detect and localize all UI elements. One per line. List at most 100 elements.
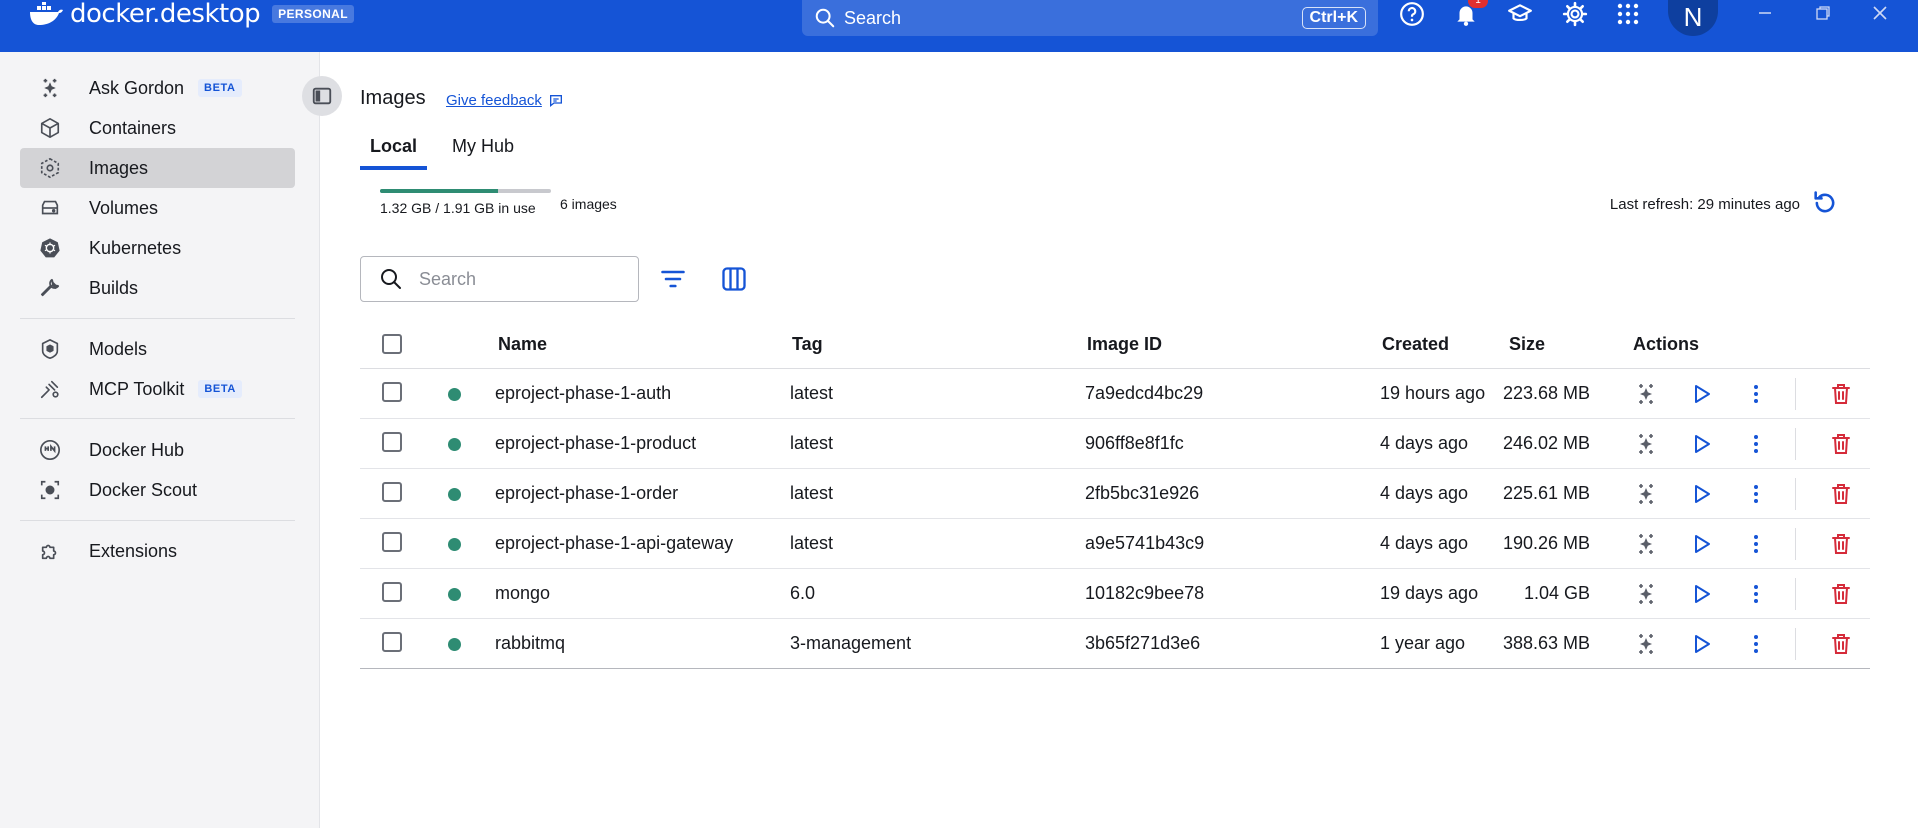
image-search-box[interactable] bbox=[360, 256, 639, 302]
table-row[interactable]: eproject-phase-1-auth latest 7a9edcd4bc29 1… bbox=[360, 369, 1870, 419]
sidebar-item-mcp-toolkit[interactable]: MCP Toolkit BETA bbox=[20, 369, 295, 409]
delete-button[interactable] bbox=[1826, 629, 1856, 659]
delete-button[interactable] bbox=[1826, 579, 1856, 609]
sidebar-item-kubernetes[interactable]: Kubernetes bbox=[20, 228, 295, 268]
sidebar-collapse-button[interactable] bbox=[302, 76, 342, 116]
table-row[interactable]: eproject-phase-1-product latest 906ff8e8f1… bbox=[360, 419, 1870, 469]
ask-gordon-action-button[interactable] bbox=[1631, 629, 1661, 659]
table-row[interactable]: rabbitmq 3-management 3b65f271d3e6 1 year a… bbox=[360, 619, 1870, 669]
image-size: 388.63 MB bbox=[1502, 633, 1590, 653]
tab-my-hub[interactable]: My Hub bbox=[442, 136, 524, 170]
in-use-status-dot bbox=[448, 538, 461, 551]
image-count: 6 images bbox=[560, 196, 617, 212]
refresh-button[interactable] bbox=[1810, 188, 1840, 218]
column-header-created[interactable]: Created bbox=[1382, 334, 1449, 355]
play-icon bbox=[1695, 435, 1710, 453]
sidebar-toggle-icon bbox=[312, 87, 332, 105]
image-name[interactable]: eproject-phase-1-product bbox=[495, 433, 696, 454]
ask-gordon-action-button[interactable] bbox=[1631, 429, 1661, 459]
sidebar-item-docker-hub[interactable]: Docker Hub bbox=[20, 430, 295, 470]
column-header-tag[interactable]: Tag bbox=[792, 334, 823, 355]
row-checkbox[interactable] bbox=[382, 532, 402, 552]
user-avatar[interactable]: N bbox=[1668, 0, 1718, 36]
image-size: 246.02 MB bbox=[1502, 433, 1590, 453]
delete-button[interactable] bbox=[1826, 529, 1856, 559]
notifications-bell-icon[interactable]: 1 bbox=[1452, 0, 1488, 28]
select-all-checkbox[interactable] bbox=[382, 334, 402, 354]
learning-center-icon[interactable] bbox=[1506, 0, 1534, 28]
run-button[interactable] bbox=[1686, 429, 1716, 459]
sidebar-item-docker-scout[interactable]: Docker Scout bbox=[20, 470, 295, 510]
ask-gordon-action-button[interactable] bbox=[1631, 529, 1661, 559]
columns-button[interactable] bbox=[718, 263, 750, 295]
page-title: Images bbox=[360, 87, 426, 109]
image-size: 190.26 MB bbox=[1502, 533, 1590, 553]
column-header-image-id[interactable]: Image ID bbox=[1087, 334, 1162, 355]
more-options-button[interactable] bbox=[1741, 429, 1771, 459]
row-checkbox[interactable] bbox=[382, 482, 402, 502]
sparkle-icon bbox=[1639, 384, 1653, 404]
column-header-size[interactable]: Size bbox=[1509, 334, 1545, 355]
row-checkbox[interactable] bbox=[382, 632, 402, 652]
row-checkbox[interactable] bbox=[382, 432, 402, 452]
image-name[interactable]: mongo bbox=[495, 583, 550, 604]
hub-icon bbox=[38, 438, 62, 462]
in-use-status-dot bbox=[448, 488, 461, 501]
settings-gear-icon[interactable] bbox=[1561, 0, 1589, 28]
delete-button[interactable] bbox=[1826, 479, 1856, 509]
sidebar-item-images[interactable]: Images bbox=[20, 148, 295, 188]
run-button[interactable] bbox=[1686, 629, 1716, 659]
image-name[interactable]: eproject-phase-1-order bbox=[495, 483, 678, 504]
image-name[interactable]: rabbitmq bbox=[495, 633, 565, 654]
minimize-icon[interactable] bbox=[1752, 0, 1778, 26]
tab-local[interactable]: Local bbox=[360, 136, 428, 170]
sidebar-item-models[interactable]: Models bbox=[20, 329, 295, 369]
global-search[interactable]: Search Ctrl+K bbox=[802, 0, 1378, 36]
give-feedback-link[interactable]: Give feedback bbox=[446, 92, 564, 109]
run-button[interactable] bbox=[1686, 579, 1716, 609]
table-row[interactable]: mongo 6.0 10182c9bee78 19 days ago 1.04 GB bbox=[360, 569, 1870, 619]
sidebar-item-label: MCP Toolkit bbox=[89, 378, 185, 399]
run-button[interactable] bbox=[1686, 379, 1716, 409]
cube-icon bbox=[38, 116, 62, 140]
more-options-button[interactable] bbox=[1741, 629, 1771, 659]
help-icon[interactable] bbox=[1398, 0, 1426, 28]
more-options-button[interactable] bbox=[1741, 529, 1771, 559]
close-window-icon[interactable] bbox=[1867, 0, 1893, 26]
row-checkbox[interactable] bbox=[382, 582, 402, 602]
sidebar-item-volumes[interactable]: Volumes bbox=[20, 188, 295, 228]
search-icon bbox=[381, 269, 401, 289]
image-name[interactable]: eproject-phase-1-auth bbox=[495, 383, 671, 404]
run-button[interactable] bbox=[1686, 529, 1716, 559]
apps-grid-icon[interactable] bbox=[1614, 0, 1642, 28]
sidebar-item-builds[interactable]: Builds bbox=[20, 268, 295, 308]
row-checkbox[interactable] bbox=[382, 382, 402, 402]
run-button[interactable] bbox=[1686, 479, 1716, 509]
sidebar-item-extensions[interactable]: Extensions bbox=[20, 531, 295, 571]
helm-icon bbox=[38, 236, 62, 260]
ask-gordon-action-button[interactable] bbox=[1631, 579, 1661, 609]
ask-gordon-action-button[interactable] bbox=[1631, 379, 1661, 409]
docker-logo: docker.desktop PERSONAL bbox=[28, 0, 354, 29]
sidebar-item-containers[interactable]: Containers bbox=[20, 108, 295, 148]
give-feedback-label: Give feedback bbox=[446, 92, 542, 109]
more-options-button[interactable] bbox=[1741, 379, 1771, 409]
filter-button[interactable] bbox=[657, 263, 689, 295]
sidebar-item-ask-gordon[interactable]: Ask Gordon BETA bbox=[20, 68, 295, 108]
delete-button[interactable] bbox=[1826, 429, 1856, 459]
wrench-icon bbox=[38, 276, 62, 300]
image-created: 1 year ago bbox=[1380, 633, 1466, 653]
sparkle-icon bbox=[1639, 534, 1653, 554]
disk-usage-text: 1.32 GB / 1.91 GB in use bbox=[380, 200, 536, 216]
sidebar-item-label: Models bbox=[89, 338, 148, 359]
image-name[interactable]: eproject-phase-1-api-gateway bbox=[495, 533, 733, 554]
ask-gordon-action-button[interactable] bbox=[1631, 479, 1661, 509]
table-row[interactable]: eproject-phase-1-api-gateway latest a9e574… bbox=[360, 519, 1870, 569]
more-options-button[interactable] bbox=[1741, 479, 1771, 509]
delete-button[interactable] bbox=[1826, 379, 1856, 409]
more-options-button[interactable] bbox=[1741, 579, 1771, 609]
column-header-name[interactable]: Name bbox=[498, 334, 547, 355]
table-row[interactable]: eproject-phase-1-order latest 2fb5bc31e926… bbox=[360, 469, 1870, 519]
search-input[interactable] bbox=[419, 268, 619, 290]
restore-window-icon[interactable] bbox=[1810, 0, 1836, 26]
